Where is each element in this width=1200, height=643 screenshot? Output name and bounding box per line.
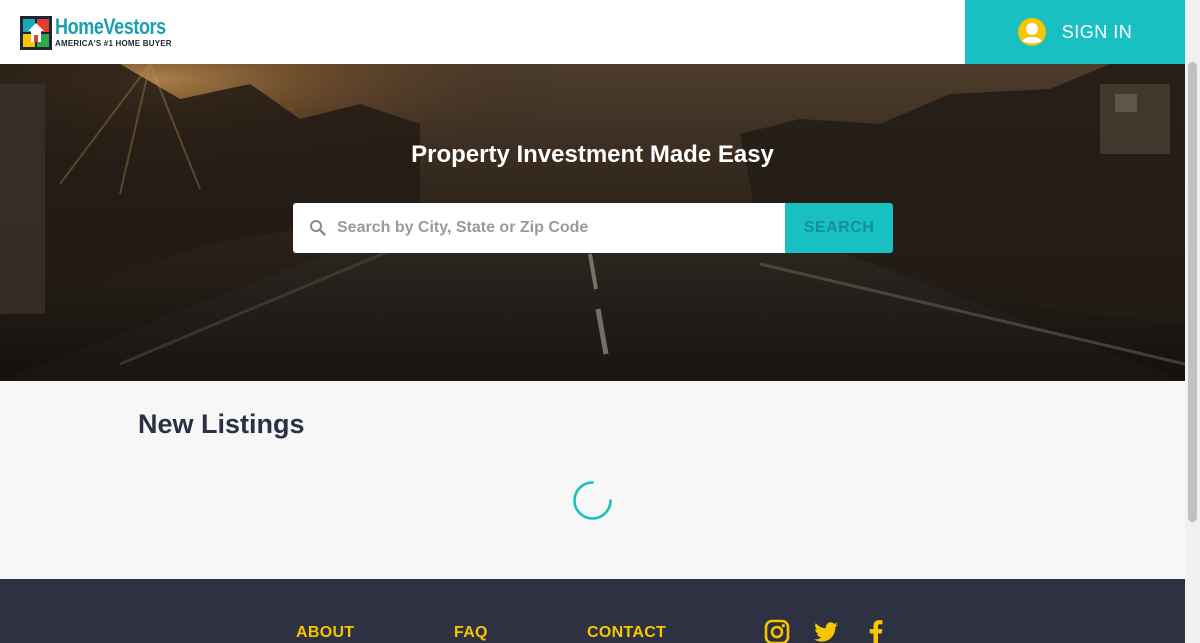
- instagram-icon[interactable]: [764, 619, 790, 643]
- footer-link-about[interactable]: ABOUT: [296, 624, 354, 642]
- scrollbar-thumb[interactable]: [1188, 62, 1197, 522]
- loading-spinner-icon: [573, 481, 612, 520]
- new-listings-title: New Listings: [138, 409, 305, 439]
- hero-banner: Property Investment Made Easy SEARCH: [0, 64, 1185, 381]
- search-input[interactable]: [337, 203, 777, 253]
- logo-name: HomeVestors: [55, 14, 166, 39]
- logo-tagline: AMERICA'S #1 HOME BUYER: [55, 39, 172, 48]
- page-scrollbar[interactable]: [1185, 0, 1200, 643]
- top-header: HomeVestors AMERICA'S #1 HOME BUYER SIGN…: [0, 0, 1185, 64]
- sign-in-button[interactable]: SIGN IN: [965, 0, 1185, 64]
- homevestors-logo[interactable]: HomeVestors AMERICA'S #1 HOME BUYER: [20, 14, 190, 50]
- search-box: [293, 203, 785, 253]
- site-footer: ABOUT FAQ CONTACT: [0, 579, 1185, 643]
- hero-title: Property Investment Made Easy: [411, 141, 774, 168]
- search-icon: [310, 220, 326, 236]
- footer-link-faq[interactable]: FAQ: [454, 624, 488, 642]
- user-avatar-icon: [1017, 18, 1046, 46]
- facebook-icon[interactable]: [863, 619, 889, 643]
- sign-in-label: SIGN IN: [1061, 21, 1133, 42]
- new-listings-section: New Listings: [0, 381, 1185, 579]
- twitter-icon[interactable]: [813, 619, 839, 643]
- logo-house-icon: [20, 16, 52, 50]
- footer-link-contact[interactable]: CONTACT: [587, 624, 666, 642]
- search-button[interactable]: SEARCH: [785, 203, 893, 253]
